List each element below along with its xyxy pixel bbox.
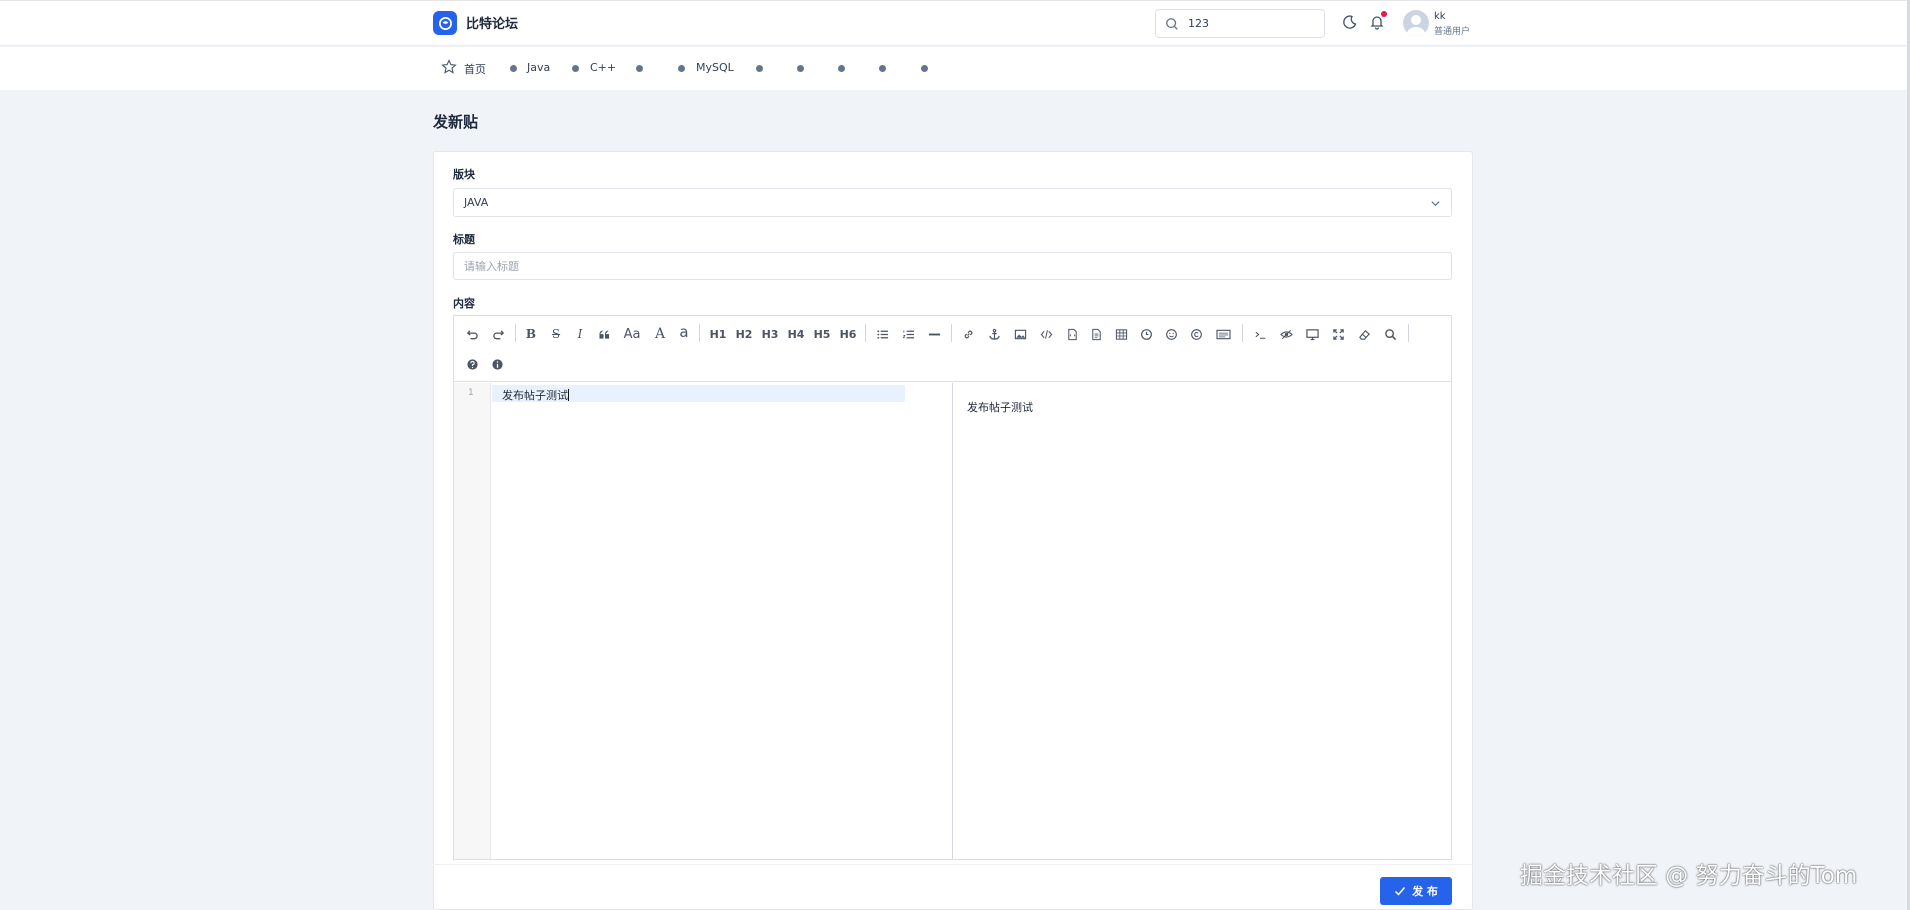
nav-dot[interactable] <box>636 65 643 72</box>
image-icon[interactable] <box>1010 324 1030 344</box>
title-input[interactable] <box>453 252 1452 280</box>
nav-dot[interactable] <box>838 65 845 72</box>
markdown-input-pane[interactable]: 发布帖子测试 <box>492 383 905 859</box>
notification-badge <box>1381 11 1387 17</box>
horizontal-rule-icon[interactable] <box>924 324 944 344</box>
redo-icon[interactable] <box>488 324 508 344</box>
nav-dot[interactable] <box>879 65 886 72</box>
nav-dot[interactable] <box>797 65 804 72</box>
nav-item-cpp[interactable]: C++ <box>590 61 616 74</box>
markdown-text[interactable]: 发布帖子测试 <box>502 387 569 403</box>
nav-item-home[interactable]: 首页 <box>464 61 486 77</box>
logo-icon[interactable] <box>433 11 457 35</box>
strikethrough-icon[interactable]: S <box>546 324 566 344</box>
copyright-icon[interactable] <box>1186 324 1206 344</box>
search-icon <box>1166 18 1178 30</box>
ordered-list-icon[interactable] <box>898 324 918 344</box>
preview-pane: 发布帖子测试 <box>953 383 1451 859</box>
emoji-icon[interactable] <box>1161 324 1181 344</box>
publish-button[interactable]: 发 布 <box>1380 877 1452 905</box>
anchor-icon[interactable] <box>984 324 1004 344</box>
search-icon[interactable] <box>1380 324 1400 344</box>
watermark: 掘金技术社区 @ 努力奋斗的Tom <box>1520 863 1858 889</box>
link-icon[interactable] <box>958 324 978 344</box>
text-caret <box>568 389 569 401</box>
h2-icon[interactable]: H2 <box>734 324 754 344</box>
chevron-down-icon <box>1431 201 1440 207</box>
fullscreen-icon[interactable] <box>1328 324 1348 344</box>
board-select-value: JAVA <box>464 196 489 209</box>
avatar[interactable] <box>1403 10 1429 36</box>
h5-icon[interactable]: H5 <box>812 324 832 344</box>
nav-dot <box>510 65 517 72</box>
h6-icon[interactable]: H6 <box>838 324 858 344</box>
preview-monitor-icon[interactable] <box>1302 324 1322 344</box>
watch-eye-icon[interactable] <box>1276 324 1296 344</box>
code-icon[interactable] <box>1036 324 1056 344</box>
dark-mode-moon-icon[interactable] <box>1342 14 1358 30</box>
bold-icon[interactable]: B <box>521 324 541 344</box>
lowercase-icon[interactable]: a <box>674 322 694 342</box>
nav-dot <box>572 65 579 72</box>
top-header <box>0 0 1907 46</box>
board-nav <box>0 47 1907 90</box>
h3-icon[interactable]: H3 <box>760 324 780 344</box>
h1-icon[interactable]: H1 <box>708 324 728 344</box>
brand-name[interactable]: 比特论坛 <box>466 13 518 32</box>
line-number: 1 <box>468 388 474 398</box>
markdown-editor: B S I Aa A a H1 H2 H3 H4 H5 H6 1 发布帖子测试 … <box>453 315 1452 860</box>
quote-icon[interactable] <box>594 324 614 344</box>
nav-item-mysql[interactable]: MySQL <box>696 61 734 74</box>
nav-item-java[interactable]: Java <box>527 61 550 74</box>
content-label: 内容 <box>453 297 475 310</box>
font-size-icon[interactable]: A <box>650 324 670 344</box>
eraser-icon[interactable] <box>1354 324 1374 344</box>
publish-label: 发 布 <box>1412 885 1438 898</box>
h4-icon[interactable]: H4 <box>786 324 806 344</box>
nav-dot <box>678 65 685 72</box>
page-title: 发新贴 <box>433 113 479 131</box>
uppercase-icon[interactable]: Aa <box>620 324 644 344</box>
info-icon[interactable] <box>487 354 507 374</box>
line-number-gutter: 1 <box>454 383 491 859</box>
nav-dot[interactable] <box>921 65 928 72</box>
help-icon[interactable] <box>462 354 482 374</box>
star-icon[interactable] <box>441 59 457 75</box>
preformatted-text-icon[interactable] <box>1062 324 1082 344</box>
preview-text: 发布帖子测试 <box>967 401 1033 414</box>
nav-dot[interactable] <box>756 65 763 72</box>
goto-line-icon[interactable] <box>1250 324 1270 344</box>
user-role: 普通用户 <box>1434 27 1471 37</box>
datetime-icon[interactable] <box>1136 324 1156 344</box>
search-input[interactable] <box>1188 14 1318 33</box>
undo-icon[interactable] <box>462 324 482 344</box>
board-label: 版块 <box>453 168 475 181</box>
italic-icon[interactable]: I <box>570 324 590 344</box>
table-icon[interactable] <box>1111 324 1131 344</box>
editor-toolbar: B S I Aa A a H1 H2 H3 H4 H5 H6 <box>454 316 1451 382</box>
card-footer-divider <box>433 864 1473 865</box>
board-select[interactable]: JAVA <box>453 188 1452 217</box>
unordered-list-icon[interactable] <box>872 324 892 344</box>
pagebreak-icon[interactable] <box>1211 324 1235 344</box>
user-name[interactable]: kk <box>1434 11 1446 22</box>
code-block-icon[interactable] <box>1086 324 1106 344</box>
check-icon <box>1395 887 1406 896</box>
title-label: 标题 <box>453 233 475 246</box>
search-box[interactable] <box>1155 9 1325 38</box>
